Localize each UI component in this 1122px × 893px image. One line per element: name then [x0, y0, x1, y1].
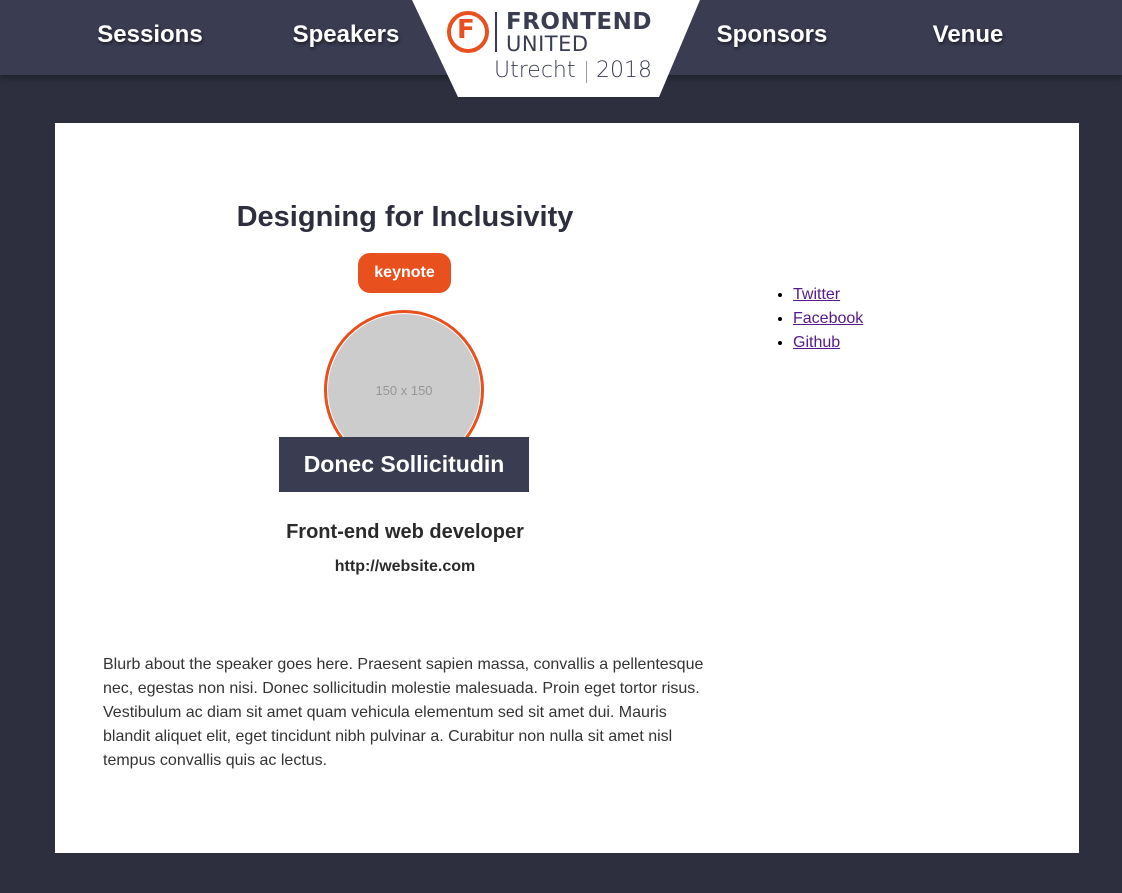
- social-item-twitter: Twitter: [793, 283, 863, 307]
- talk-type-badge: keynote: [358, 253, 451, 293]
- event-logo[interactable]: F FRONTEND UNITED Utrecht 2018: [412, 0, 700, 97]
- speaker-bio: Blurb about the speaker goes here. Praes…: [103, 656, 704, 769]
- logo-wordmark-line2: UNITED: [506, 32, 589, 56]
- speaker-role: Front-end web developer: [286, 521, 524, 543]
- logo-year: 2018: [596, 58, 652, 83]
- social-item-facebook: Facebook: [793, 307, 863, 331]
- social-links: Twitter Facebook Github: [753, 283, 863, 355]
- nav-venue-link[interactable]: Venue: [868, 0, 1068, 70]
- github-link[interactable]: Github: [793, 334, 840, 351]
- nav-sessions-link[interactable]: Sessions: [50, 0, 250, 70]
- logo-f-icon: F: [457, 15, 475, 45]
- speaker-card: Designing for Inclusivity keynote 150 x …: [55, 123, 1079, 853]
- social-item-github: Github: [793, 331, 863, 355]
- speaker-website: http://website.com: [334, 558, 476, 575]
- avatar-placeholder-text: 150 x 150: [375, 382, 433, 398]
- twitter-link[interactable]: Twitter: [793, 286, 840, 303]
- facebook-link[interactable]: Facebook: [793, 310, 863, 327]
- logo-divider: [586, 61, 587, 83]
- nav-sponsors-link[interactable]: Sponsors: [672, 0, 872, 70]
- top-navigation: Sessions Speakers F FRONTEND UNITED Utre…: [0, 0, 1122, 97]
- logo-city: Utrecht: [494, 58, 576, 83]
- speaker-name: Donec Sollicitudin: [279, 437, 529, 492]
- talk-title: Designing for Inclusivity: [236, 201, 574, 233]
